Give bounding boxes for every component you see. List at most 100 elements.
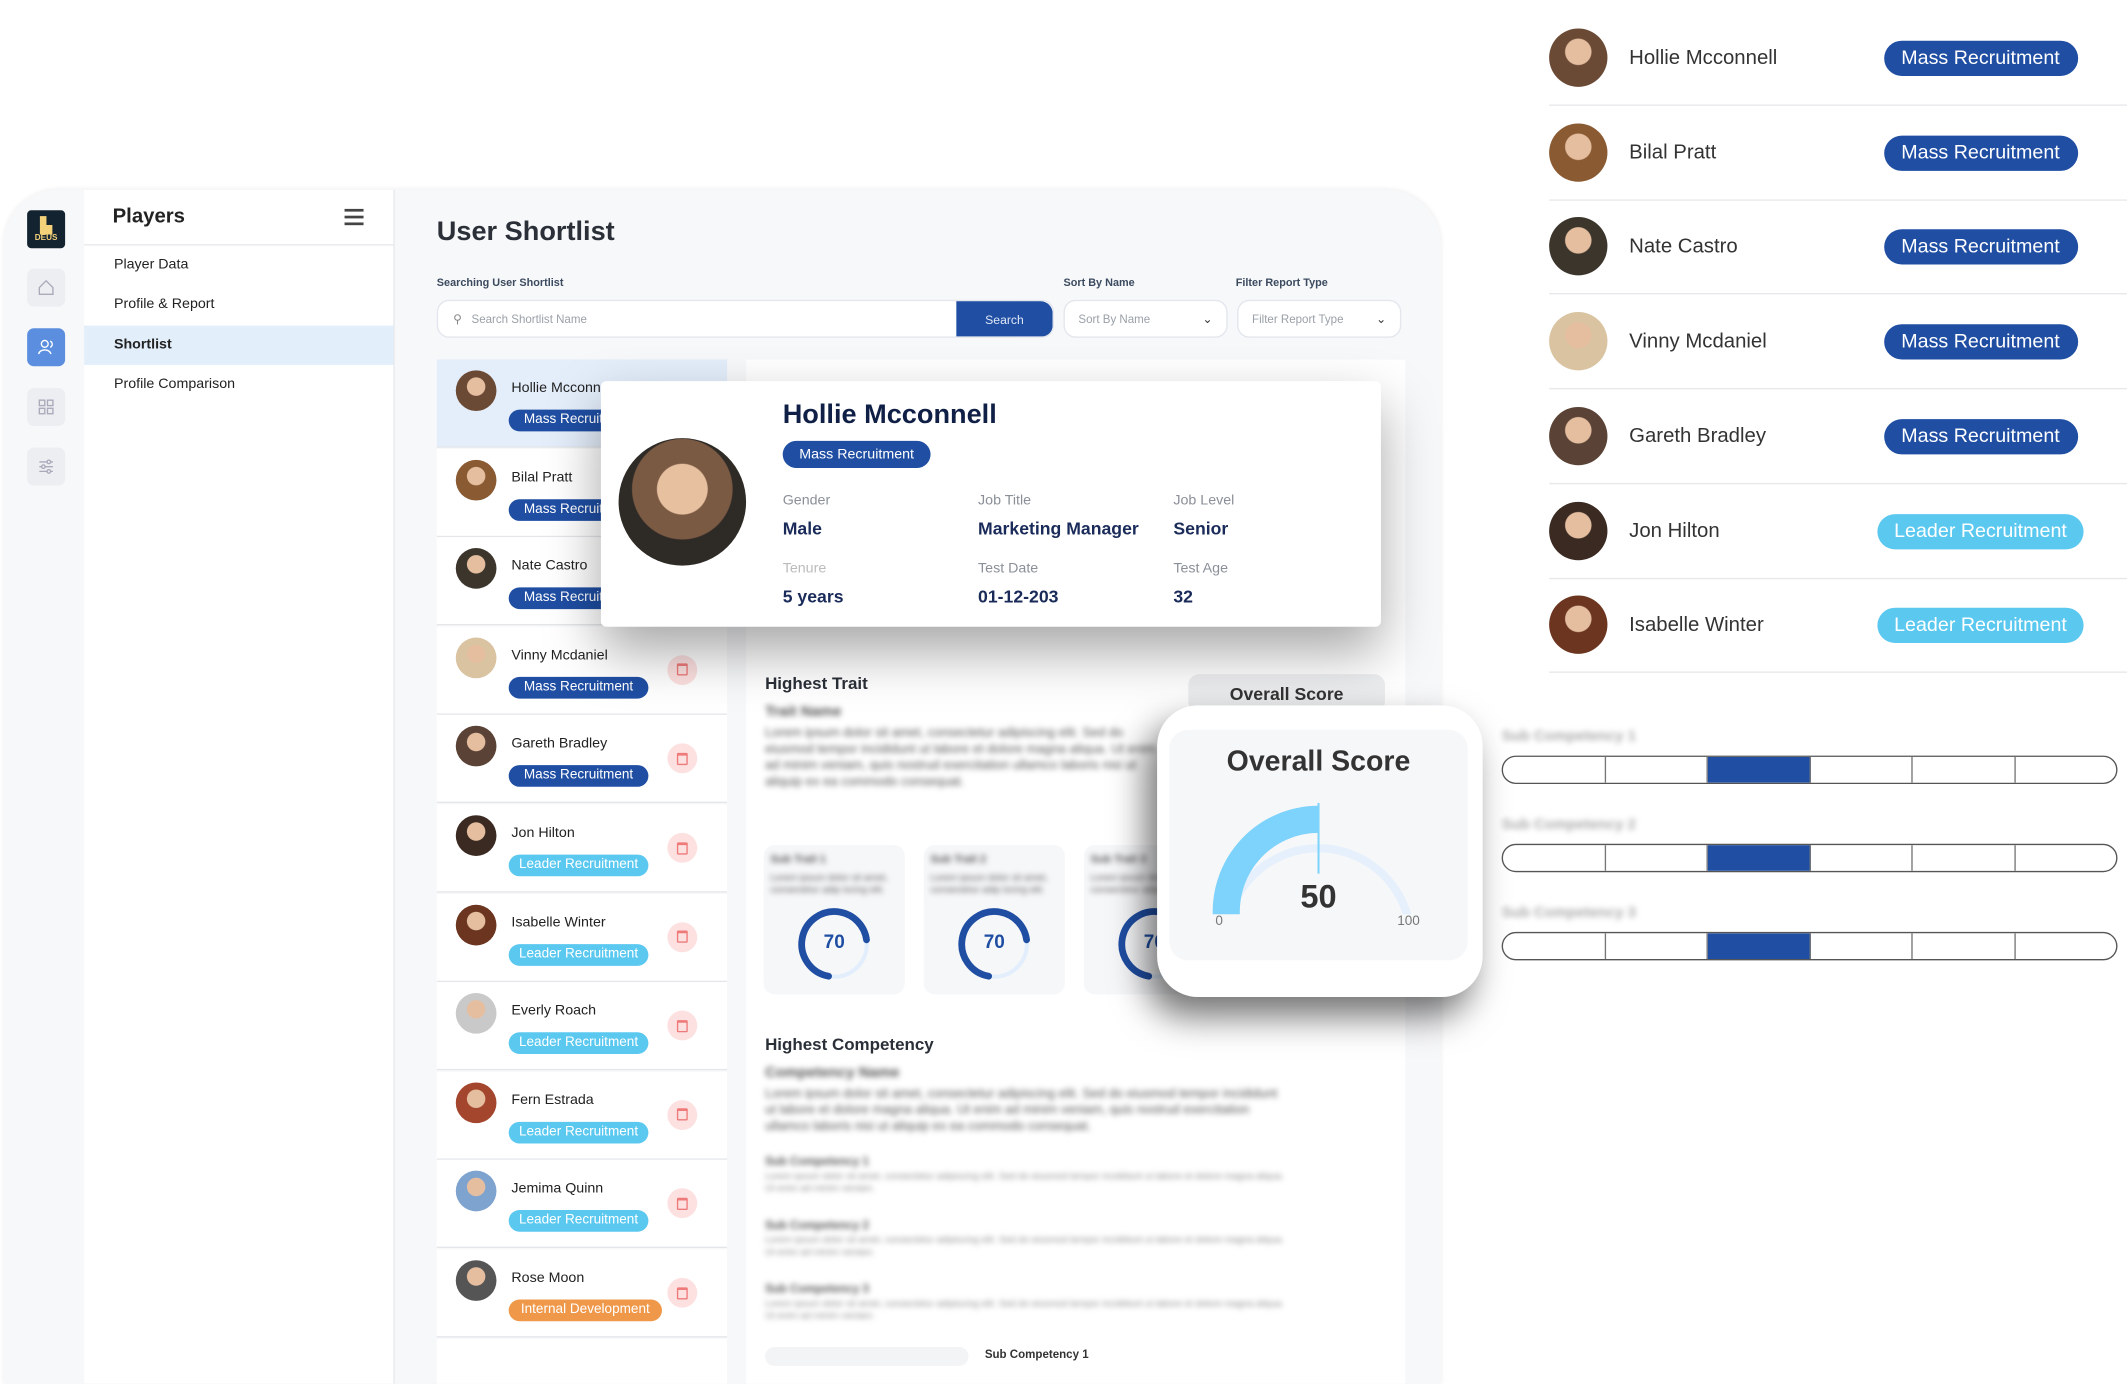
player-row[interactable]: Gareth Bradley Mass Recruitment <box>1549 389 2127 484</box>
home-icon[interactable] <box>27 268 66 307</box>
sidebar-item-profile-report[interactable]: Profile & Report <box>84 285 393 324</box>
avatar <box>455 637 497 678</box>
bar-segment <box>1913 933 2016 960</box>
player-row[interactable]: Vinny Mcdaniel Mass Recruitment <box>1549 294 2127 390</box>
list-item[interactable]: Rose Moon Internal Development <box>436 1249 728 1338</box>
sub-competency-name: Sub Competency 3 <box>765 1281 869 1296</box>
competency-name: Competency Name <box>765 1064 900 1082</box>
search-input[interactable]: ⚲ Search Shortlist Name Search <box>436 299 1055 338</box>
sub-competency-desc: Lorem ipsum dolor sit amet, consectetur … <box>765 1172 1284 1194</box>
list-item[interactable]: Everly Roach Leader Recruitment <box>436 982 728 1071</box>
avatar <box>455 370 497 412</box>
sub-trait-score: 70 <box>823 930 845 953</box>
profile-name: Hollie Mcconnell <box>782 400 997 431</box>
trait-description: Lorem ipsum dolor sit amet, consectetur … <box>765 725 1156 790</box>
player-type-badge: Internal Development <box>508 1299 662 1322</box>
field-label: Gender <box>782 492 831 509</box>
sort-select[interactable]: Sort By Name ⌄ <box>1063 299 1228 338</box>
sub-competency-desc: Lorem ipsum dolor sit amet, consectetur … <box>765 1299 1284 1322</box>
field-value: Marketing Manager <box>978 518 1139 539</box>
search-button[interactable]: Search <box>956 301 1053 337</box>
gauge-min-label: 0 <box>1215 914 1223 930</box>
profile-badge: Mass Recruitment <box>782 440 931 468</box>
trash-icon <box>676 930 688 943</box>
delete-button[interactable] <box>667 654 698 685</box>
delete-button[interactable] <box>667 832 698 863</box>
search-placeholder: Search Shortlist Name <box>471 311 587 326</box>
chevron-down-icon: ⌄ <box>1376 311 1387 325</box>
player-type-badge: Leader Recruitment <box>508 1032 649 1055</box>
delete-button[interactable] <box>667 1099 698 1130</box>
competency-level-name: Sub Competency 1 <box>1501 728 1636 745</box>
list-item[interactable]: Gareth Bradley Mass Recruitment <box>436 715 728 804</box>
player-row[interactable]: Bilal Pratt Mass Recruitment <box>1549 105 2127 201</box>
trait-name: Trait Name <box>765 704 842 721</box>
player-type-badge: Mass Recruitment <box>508 676 649 699</box>
player-type-badge: Leader Recruitment <box>1877 513 2084 549</box>
field-label: Test Age <box>1173 560 1229 577</box>
player-type-badge: Mass Recruitment <box>1883 418 2078 455</box>
player-type-badge: Mass Recruitment <box>508 765 649 788</box>
sliders-icon[interactable] <box>27 447 66 486</box>
player-name: Isabelle Winter <box>511 913 606 931</box>
menu-icon[interactable] <box>344 208 364 225</box>
list-item[interactable]: Jemima Quinn Leader Recruitment <box>436 1160 728 1249</box>
bar-segment <box>1913 756 2016 783</box>
player-name: Jon Hilton <box>511 824 575 842</box>
player-type-badge: Leader Recruitment <box>508 854 649 877</box>
bar-segment <box>1605 933 1708 960</box>
sub-trait-score: 70 <box>983 930 1005 953</box>
sub-competency-name: Sub Competency 2 <box>765 1218 869 1232</box>
sidebar-item-shortlist[interactable]: Shortlist <box>84 325 394 365</box>
competency-level-name: Sub Competency 3 <box>1501 904 1636 922</box>
sidebar-item-profile-comparison[interactable]: Profile Comparison <box>84 365 393 404</box>
player-row[interactable]: Hollie Mcconnell Mass Recruitment <box>1549 11 2127 106</box>
users-icon[interactable] <box>27 328 66 367</box>
delete-button[interactable] <box>667 1010 698 1041</box>
delete-button[interactable] <box>667 743 698 774</box>
delete-button[interactable] <box>667 921 698 952</box>
field-value: 5 years <box>782 586 844 607</box>
icon-rail: ▙ DEUS <box>4 189 85 1384</box>
list-item[interactable]: Jon Hilton Leader Recruitment <box>436 804 728 893</box>
bar-segment <box>1810 845 1913 871</box>
player-row[interactable]: Jon Hilton Leader Recruitment <box>1549 484 2127 579</box>
competency-level-bar <box>1501 931 2118 961</box>
list-item[interactable]: Isabelle Winter Leader Recruitment <box>436 893 728 982</box>
sub-trait-card: Sub Trait 1 Lorem ipsum dolor sit amet, c… <box>763 845 905 995</box>
avatar <box>1549 501 1608 560</box>
search-icon: ⚲ <box>453 311 463 325</box>
avatar <box>1549 123 1608 182</box>
grid-icon[interactable] <box>27 387 66 426</box>
avatar <box>455 726 497 767</box>
list-item[interactable]: Vinny Mcdaniel Mass Recruitment <box>436 626 728 715</box>
bar-segment <box>1810 933 1913 960</box>
filter-select[interactable]: Filter Report Type ⌄ <box>1237 299 1402 338</box>
sub-trait-desc: Lorem ipsum dolor sit amet, consectetur … <box>770 873 888 896</box>
sub-trait-desc: Lorem ipsum dolor sit amet, consectetur … <box>930 873 1048 896</box>
page-title: User Shortlist <box>436 217 615 247</box>
field-label: Job Level <box>1173 492 1235 509</box>
list-item[interactable]: Fern Estrada Leader Recruitment <box>436 1071 728 1160</box>
delete-button[interactable] <box>667 1188 698 1219</box>
avatar <box>1549 217 1608 276</box>
competency-description: Lorem ipsum dolor sit amet, consectetur … <box>765 1086 1278 1135</box>
player-name: Nate Castro <box>511 557 588 575</box>
sidebar: Players Player Data Profile & Report Sho… <box>84 189 395 1384</box>
avatar <box>455 815 497 856</box>
highest-competency-heading: Highest Competency <box>765 1035 934 1055</box>
avatar <box>1549 28 1608 87</box>
trash-icon <box>676 1019 688 1032</box>
player-name: Nate Castro <box>1629 235 1738 259</box>
sidebar-item-player-data[interactable]: Player Data <box>84 246 393 285</box>
player-type-badge: Mass Recruitment <box>1883 229 2078 266</box>
player-name: Rose Moon <box>511 1269 585 1286</box>
player-row[interactable]: Nate Castro Mass Recruitment <box>1549 200 2127 295</box>
avatar <box>455 993 497 1034</box>
player-row[interactable]: Isabelle Winter Leader Recruitment <box>1549 578 2127 674</box>
bar-segment <box>2015 757 2116 783</box>
list-item[interactable] <box>436 1338 728 1384</box>
sub-competency-name: Sub Competency 1 <box>765 1154 869 1168</box>
delete-button[interactable] <box>667 1277 698 1308</box>
overall-score-card: Overall Score 50 0 100 <box>1169 729 1468 961</box>
